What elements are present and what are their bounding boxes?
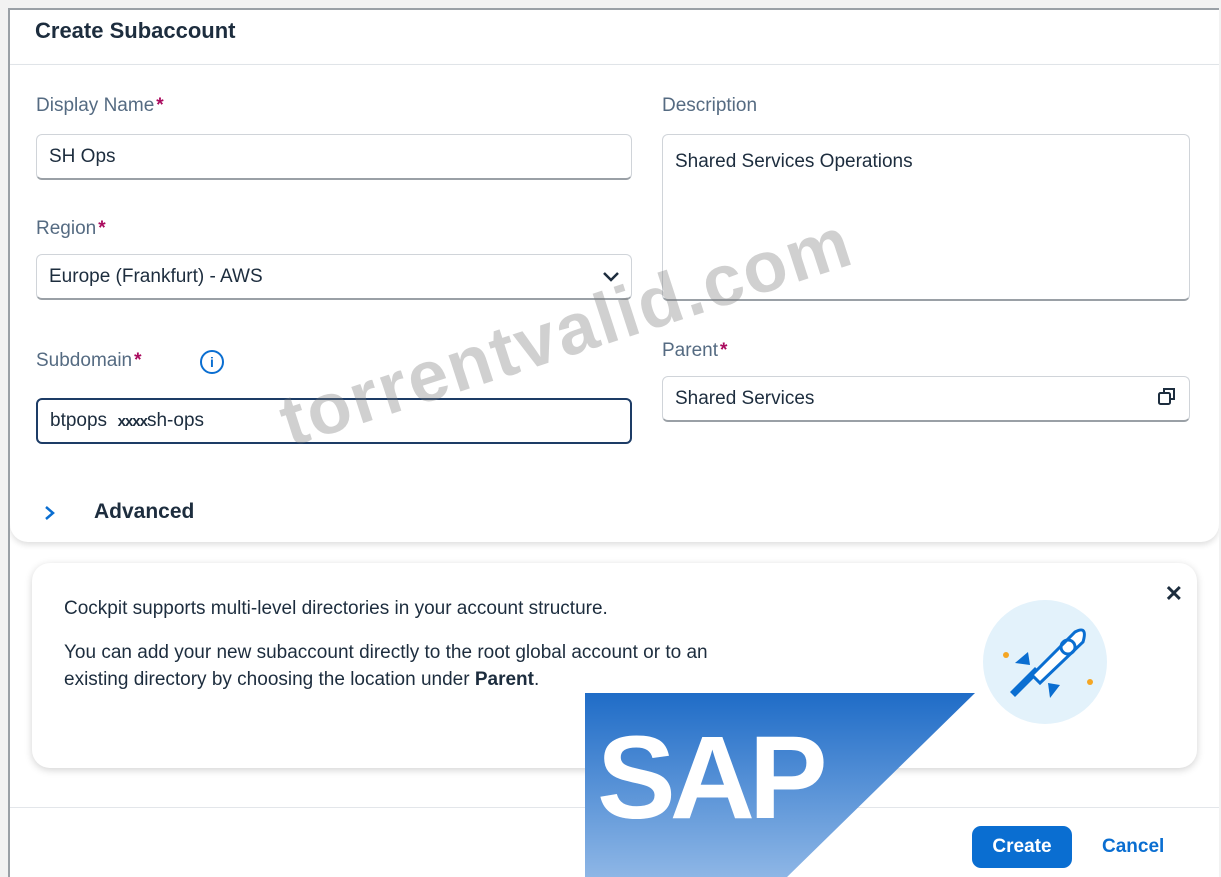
- description-textarea[interactable]: Shared Services Operations: [662, 134, 1190, 301]
- required-marker: *: [156, 95, 164, 116]
- description-label: Description: [662, 95, 758, 116]
- parent-label: Parent *: [662, 340, 728, 361]
- info-icon[interactable]: i: [200, 350, 224, 374]
- close-icon[interactable]: ✕: [1165, 581, 1183, 607]
- advanced-toggle[interactable]: Advanced: [94, 500, 194, 524]
- chevron-down-icon: [603, 266, 619, 287]
- chevron-right-icon[interactable]: [44, 501, 56, 527]
- rocket-illustration: [980, 597, 1110, 732]
- parent-input[interactable]: Shared Services: [662, 376, 1190, 422]
- required-marker: *: [98, 218, 106, 239]
- strip-line-3: existing directory by choosing the locat…: [64, 669, 540, 690]
- display-name-input[interactable]: SH Ops: [36, 134, 632, 180]
- display-name-label: Display Name *: [36, 95, 164, 116]
- subdomain-input[interactable]: btpops xxxxsh-ops: [36, 398, 632, 444]
- svg-text:SAP: SAP: [597, 712, 824, 844]
- svg-text:®: ®: [833, 848, 851, 875]
- region-label: Region *: [36, 218, 106, 239]
- strip-line-1: Cockpit supports multi-level directories…: [64, 598, 608, 619]
- strip-line-2: You can add your new subaccount directly…: [64, 642, 708, 663]
- required-marker: *: [134, 350, 142, 371]
- sap-logo: SAP ®: [585, 693, 985, 877]
- create-subaccount-dialog: Create Subaccount Display Name * SH Ops D…: [8, 8, 1219, 877]
- create-button[interactable]: Create: [972, 826, 1072, 868]
- cancel-button[interactable]: Cancel: [1096, 826, 1170, 868]
- region-select[interactable]: Europe (Frankfurt) - AWS: [36, 254, 632, 300]
- value-help-icon[interactable]: [1157, 386, 1177, 412]
- required-marker: *: [719, 340, 728, 361]
- subdomain-label: Subdomain *: [36, 350, 142, 371]
- dialog-title: Create Subaccount: [35, 18, 236, 43]
